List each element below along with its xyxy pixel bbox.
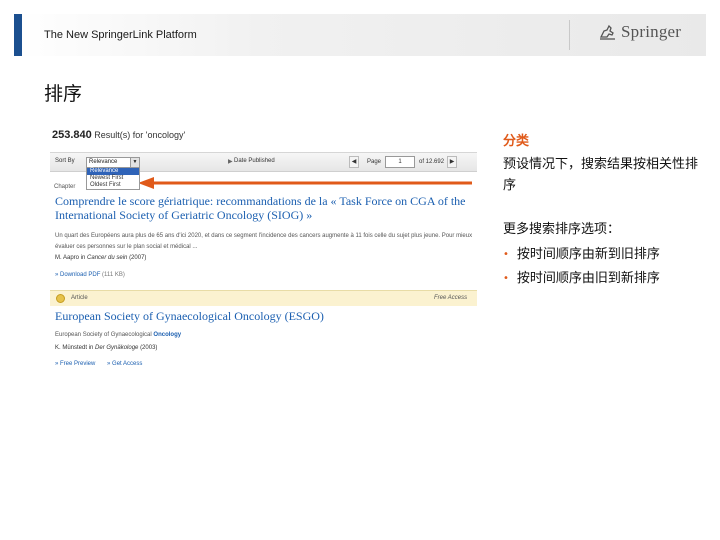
list-item: • 按时间顺序由新到旧排序: [503, 243, 660, 267]
sort-dropdown: Relevance Newest First Oldest First: [86, 167, 140, 190]
result1-download: » Download PDF (111 KB): [55, 272, 125, 278]
result2-journal[interactable]: Der Gynäkologe: [95, 345, 138, 351]
sort-option-oldest[interactable]: Oldest First: [87, 182, 139, 189]
result1-author-name: M. Aapro in: [55, 255, 86, 261]
page-of: of 12.692: [419, 159, 445, 165]
list-item: • 按时间顺序由旧到新排序: [503, 267, 660, 291]
result1-journal[interactable]: Cancer du sein: [87, 255, 127, 261]
result1-type: Chapter: [54, 184, 76, 190]
result2-author-name: K. Münstedt in: [55, 345, 94, 351]
result2-year: (2003): [140, 345, 158, 351]
pagination: ◀ Page 1 of 12.692 ▶: [349, 156, 458, 168]
sort-option-list: • 按时间顺序由新到旧排序 • 按时间顺序由旧到新排序: [503, 243, 660, 291]
sort-option-newest[interactable]: Newest First: [87, 175, 139, 182]
prev-page-button[interactable]: ◀: [349, 156, 359, 168]
download-size: (111 KB): [102, 272, 125, 278]
sort-by-label: Sort By: [55, 158, 75, 164]
result1-title-link[interactable]: Comprendre le score gériatrique: recomma…: [55, 194, 470, 222]
result2-type: Article: [71, 295, 88, 301]
result-count-number: 253.840: [52, 129, 92, 141]
search-results-screenshot: 253.840 Result(s) for 'oncology' Sort By…: [50, 124, 477, 376]
sort-option-relevance[interactable]: Relevance: [87, 168, 139, 175]
result2-access-badge: Free Access: [434, 295, 468, 301]
result2-author: K. Münstedt in Der Gynäkologe (2003): [55, 345, 157, 351]
result2-org-prefix: European Society of Gynaecological: [55, 332, 152, 338]
result2-title-link[interactable]: European Society of Gynaecological Oncol…: [55, 309, 324, 324]
springer-horse-icon: [599, 24, 615, 40]
bullet-icon: •: [503, 273, 509, 284]
option-text: 按时间顺序由旧到新排序: [516, 271, 660, 286]
pointer-arrow-icon: [138, 177, 472, 189]
header-divider: [569, 20, 570, 50]
next-page-button[interactable]: ▶: [447, 156, 458, 168]
result2-links: » Free Preview » Get Access: [55, 361, 152, 367]
result-count: 253.840 Result(s) for 'oncology': [52, 129, 185, 141]
article-icon: [56, 294, 65, 303]
result2-header: Article Free Access: [50, 290, 477, 306]
bullet-icon: •: [503, 249, 509, 260]
header-accent-bar: [14, 14, 22, 56]
result2-org-highlight: Oncology: [153, 332, 182, 338]
result1-year: (2007): [129, 255, 147, 261]
springer-logo-text: Springer: [621, 22, 682, 41]
page-label: Page: [367, 159, 382, 165]
springer-logo: Springer: [598, 22, 681, 42]
header-title: The New SpringerLink Platform: [44, 29, 197, 41]
result1-author: M. Aapro in Cancer du sein (2007): [55, 255, 146, 261]
date-published-label: Date Published: [234, 158, 275, 164]
free-preview-link[interactable]: » Free Preview: [55, 361, 95, 367]
default-sort-note: 预设情况下，搜索结果按相关性排序: [503, 157, 699, 193]
result2-org: European Society of Gynaecological Oncol…: [55, 332, 181, 338]
get-access-link[interactable]: » Get Access: [107, 361, 142, 367]
slide-heading: 排序: [44, 83, 83, 105]
result1-snippet: Un quart des Européens aura plus de 65 a…: [55, 233, 473, 250]
page-input[interactable]: 1: [385, 156, 416, 168]
category-heading: 分类: [503, 134, 530, 149]
chevron-down-icon[interactable]: ▼: [130, 158, 139, 167]
sort-selected-value: Relevance: [89, 159, 118, 165]
result-count-text: Result(s) for 'oncology': [94, 130, 186, 140]
more-options-heading: 更多搜索排序选项：: [503, 222, 621, 237]
option-text: 按时间顺序由新到旧排序: [516, 247, 660, 262]
download-pdf-link[interactable]: » Download PDF: [55, 272, 100, 278]
date-published-sort[interactable]: Date Published: [229, 158, 275, 164]
